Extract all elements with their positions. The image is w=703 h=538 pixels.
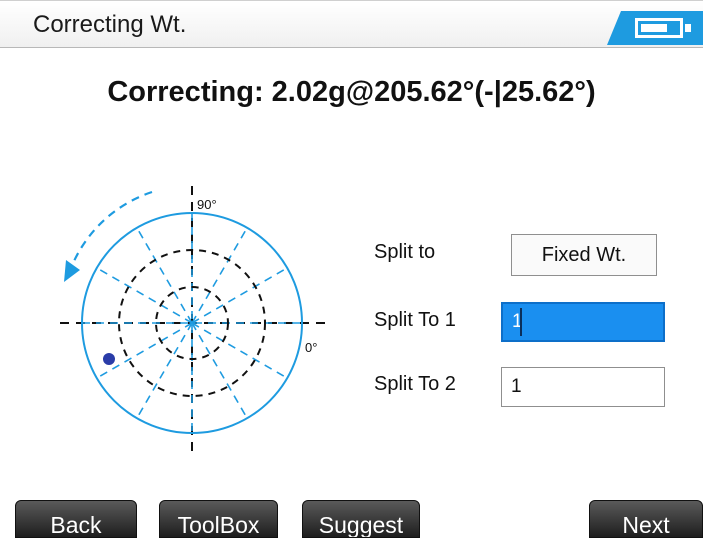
title-bar: Correcting Wt. bbox=[0, 0, 703, 48]
text-caret bbox=[520, 308, 522, 336]
arrow-head bbox=[64, 260, 80, 282]
split-to-2-label: Split To 2 bbox=[374, 373, 456, 395]
correction-headline: Correcting: 2.02g@205.62°(-|25.62°) bbox=[107, 76, 596, 108]
polar-plot: 90° 0° bbox=[60, 186, 325, 454]
label-0-degrees: 0° bbox=[305, 340, 317, 355]
battery-icon bbox=[607, 11, 703, 45]
label-90-degrees: 90° bbox=[197, 197, 217, 212]
rotation-arrow-icon bbox=[69, 190, 153, 269]
next-button[interactable]: Next bbox=[589, 500, 703, 538]
split-to-1-input[interactable] bbox=[501, 302, 665, 342]
weight-marker bbox=[103, 353, 115, 365]
split-to-2-input[interactable] bbox=[501, 367, 665, 407]
page-title: Correcting Wt. bbox=[33, 11, 187, 38]
fixed-wt-button[interactable]: Fixed Wt. bbox=[511, 234, 657, 276]
radial-lines bbox=[82, 213, 302, 433]
toolbox-button[interactable]: ToolBox bbox=[159, 500, 278, 538]
split-to-label: Split to bbox=[374, 241, 436, 263]
back-button[interactable]: Back bbox=[15, 500, 137, 538]
split-to-1-label: Split To 1 bbox=[374, 309, 456, 331]
suggest-button[interactable]: Suggest bbox=[302, 500, 420, 538]
